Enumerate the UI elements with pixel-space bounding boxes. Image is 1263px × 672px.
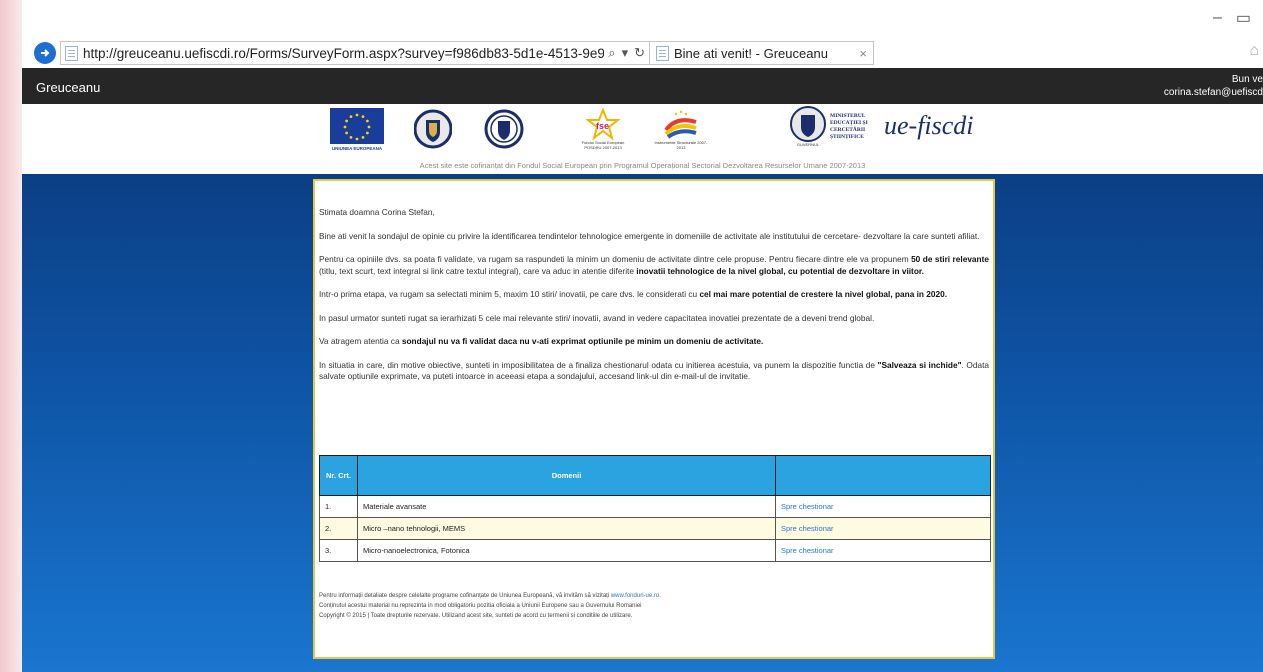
- eu-caption: UNIUNEA EUROPEANA: [331, 146, 383, 151]
- wave-logo-icon: [664, 110, 697, 139]
- uefiscdi-logo: ue-fiscdi: [882, 108, 992, 144]
- minimize-icon[interactable]: –: [1213, 9, 1222, 27]
- eu-logo: UNIUNEA EUROPEANA: [330, 108, 384, 151]
- intro-paragraph: Bine ati venit la sondajul de opinie cu …: [319, 230, 980, 241]
- ministry-line: MINISTERUL: [830, 112, 866, 119]
- search-icon[interactable]: ⌕: [608, 45, 615, 61]
- ministry-line: ȘTIINȚIFICE: [830, 133, 864, 140]
- maximize-icon[interactable]: ▭: [1236, 8, 1251, 28]
- spre-chestionar-link[interactable]: Spre chestionar: [775, 539, 991, 562]
- user-greeting: Bun ve: [1231, 74, 1263, 85]
- url-input[interactable]: http://greuceanu.uefiscdi.ro/Forms/Surve…: [60, 41, 650, 65]
- browser-tab[interactable]: Bine ati venit! - Greuceanu ×: [650, 41, 874, 65]
- site-topbar: Greuceanu Bun ve corina.stefan@uefiscd: [22, 68, 1263, 104]
- arrow-right-icon: [41, 49, 50, 57]
- eu-flag-icon: [330, 108, 384, 144]
- ministry-line: EDUCAȚIEI ȘI: [830, 119, 868, 126]
- greeting-text: Stimata doamna Corina Stefan,: [319, 207, 435, 217]
- header-action: [775, 455, 991, 496]
- tab-page-icon: [656, 45, 669, 61]
- domains-table: Nr. Crt. Domenii 1. Materiale avansate S…: [319, 455, 991, 562]
- selection-paragraph: Intr-o prima etapa, va rugam sa selectat…: [319, 289, 948, 299]
- ministry-logo: GUVERNUL MINISTERUL EDUCAȚIEI ȘI CERCETĂ…: [790, 106, 868, 147]
- row-domain: Materiale avansate: [357, 495, 776, 518]
- spre-chestionar-link[interactable]: Spre chestionar: [775, 517, 991, 540]
- svg-text:fse: fse: [596, 121, 609, 131]
- user-email[interactable]: corina.stefan@uefiscd: [1164, 86, 1263, 99]
- page-icon: [65, 45, 78, 61]
- table-row: 1. Materiale avansate Spre chestionar: [319, 495, 991, 518]
- row-domain: Micro-nanoelectronica, Fotonica: [357, 539, 776, 562]
- site-name[interactable]: Greuceanu: [36, 80, 100, 95]
- table-row: 3. Micro-nanoelectronica, Fotonica Spre …: [319, 539, 991, 562]
- footer-disclaimer: Conținutul acestui material nu reprezint…: [319, 603, 642, 609]
- coat-of-arms-logo-2: [484, 108, 524, 150]
- footer-copyright: Copyright © 2015 | Toate drepturile reze…: [319, 613, 633, 619]
- table-header-row: Nr. Crt. Domenii: [319, 455, 991, 496]
- sponsor-logos: UNIUNEA EUROPEANA fse Fondul Social Euro…: [22, 104, 1263, 174]
- ranking-paragraph: In pasul urmator sunteti rugat sa ierarh…: [319, 312, 875, 323]
- is-caption: Instrumente Structurale 2007-2013: [654, 140, 708, 150]
- welcome-panel: Stimata doamna Corina Stefan, Bine ati v…: [313, 179, 995, 659]
- refresh-icon[interactable]: ↻: [634, 45, 645, 61]
- close-tab-icon[interactable]: ×: [859, 46, 867, 61]
- row-domain: Micro –nano tehnologii, MEMS: [357, 517, 776, 540]
- seal-icon: [414, 109, 452, 149]
- header-domenii: Domenii: [357, 455, 776, 496]
- url-text: http://greuceanu.uefiscdi.ro/Forms/Surve…: [83, 45, 605, 61]
- coat-of-arms-logo-1: [414, 108, 452, 150]
- row-nr: 1.: [319, 495, 358, 518]
- header-nr: Nr. Crt.: [319, 455, 358, 496]
- uefiscdi-wordmark-icon: ue-fiscdi: [884, 111, 974, 140]
- guv-caption: GUVERNUL: [796, 142, 820, 147]
- window-controls: – ▭: [1173, 0, 1263, 36]
- svg-text:ue-fiscdi: ue-fiscdi: [884, 111, 974, 140]
- browser-window: – ▭ http://greuceanu.uefiscdi.ro/Forms/S…: [22, 0, 1263, 672]
- instrumente-structurale-logo: Instrumente Structurale 2007-2013: [648, 108, 714, 150]
- user-info: Bun ve corina.stefan@uefiscd: [1164, 73, 1263, 99]
- ministry-line: CERCETĂRII: [830, 126, 866, 133]
- page-footer: Pentru informații detaliate despre celel…: [319, 591, 991, 621]
- address-bar: http://greuceanu.uefiscdi.ro/Forms/Surve…: [34, 40, 1263, 66]
- back-button[interactable]: [34, 42, 56, 64]
- content-background: Stimata doamna Corina Stefan, Bine ati v…: [22, 174, 1263, 672]
- row-nr: 2.: [319, 517, 358, 540]
- fse-caption: Fondul Social European POSDRU 2007-2013: [581, 140, 625, 150]
- table-row: 2. Micro –nano tehnologii, MEMS Spre che…: [319, 517, 991, 540]
- validation-paragraph: Pentru ca opiniile dvs. sa poata fi vali…: [319, 254, 989, 276]
- seal-icon: [484, 109, 524, 149]
- star-logo-icon: fse: [586, 108, 620, 140]
- dropdown-icon[interactable]: ▾: [622, 45, 629, 61]
- warning-paragraph: Va atragem atentia ca sondajul nu va fi …: [319, 336, 764, 346]
- fonduri-ue-link[interactable]: www.fonduri-ue.ro.: [611, 593, 661, 599]
- cofinantat-note: Acest site este cofinanțat din Fondul So…: [419, 161, 866, 170]
- fse-logo: fse Fondul Social European POSDRU 2007-2…: [568, 108, 638, 150]
- row-nr: 3.: [319, 539, 358, 562]
- footer-info-line: Pentru informații detaliate despre celel…: [319, 593, 661, 599]
- desktop-left-margin: [0, 0, 22, 672]
- save-paragraph: In situatia in care, din motive obiectiv…: [319, 359, 989, 382]
- tab-title: Bine ati venit! - Greuceanu: [674, 45, 828, 61]
- home-icon[interactable]: ⌂: [1249, 42, 1259, 60]
- ministry-seal-icon: [790, 106, 826, 142]
- spre-chestionar-link[interactable]: Spre chestionar: [775, 495, 991, 518]
